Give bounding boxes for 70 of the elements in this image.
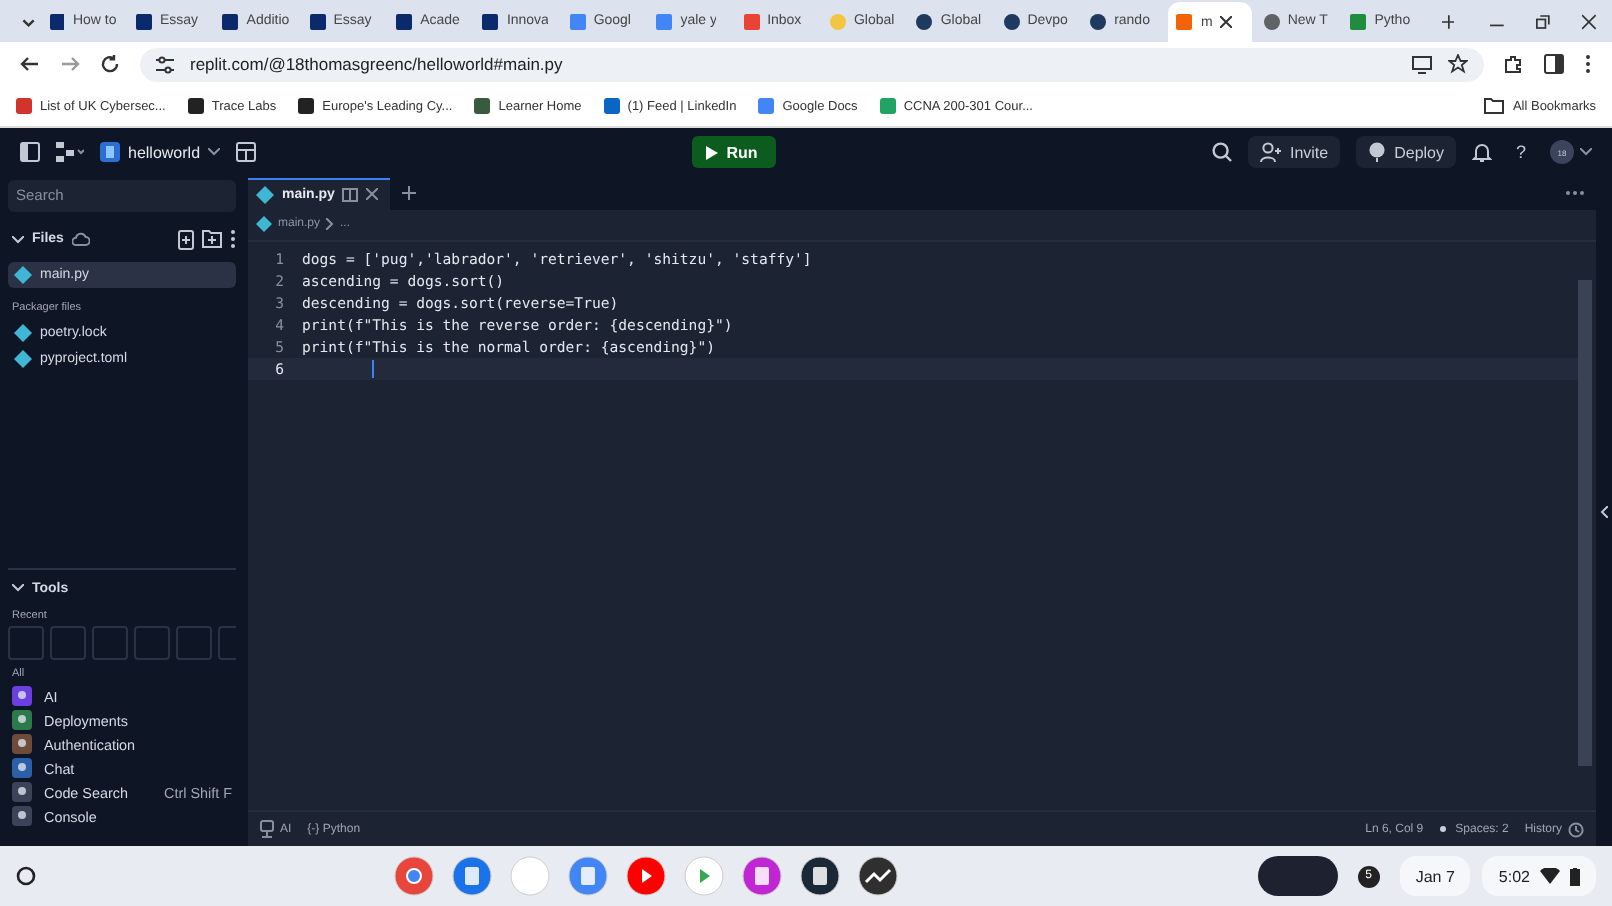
account-pill[interactable] [1257,856,1338,897]
battery-icon[interactable] [1570,867,1580,886]
address-field[interactable]: replit.com/@18thomasgreenc/helloworld#main.py [140,47,1484,82]
folder-icon [1484,98,1505,115]
circle-icon [916,13,933,29]
back-icon[interactable] [20,54,40,75]
empty-slot [8,626,44,661]
person-add-icon [1259,142,1282,163]
chevron-icon[interactable] [12,584,24,593]
invite-button[interactable]: Invite [1247,136,1341,169]
python-file-icon [14,265,32,284]
run-button[interactable]: Run [692,136,776,169]
empty-slot [176,626,212,661]
replit-logo-icon [100,142,120,163]
split-icon[interactable] [342,187,359,202]
install-icon[interactable] [1412,55,1432,74]
search-icon [12,782,32,803]
plus-icon[interactable] [1441,13,1455,29]
caret-icon[interactable] [1580,148,1593,157]
empty-slot [92,626,128,661]
history-icon [1568,821,1584,838]
clock[interactable]: 5:02 [1498,867,1530,886]
forward-icon[interactable] [60,54,80,75]
wifi-icon[interactable] [1540,868,1560,885]
bell-icon[interactable] [1472,142,1492,163]
help-button[interactable]: ? [1508,142,1535,163]
plus-icon[interactable] [402,186,417,201]
chevron-right-icon [326,218,335,231]
side-panel-icon[interactable] [1544,54,1564,75]
project-switcher[interactable]: helloworld [100,142,221,163]
text-cursor [372,359,374,378]
reload-icon[interactable] [100,54,120,75]
play-icon [706,145,719,160]
circle-icon [1263,13,1280,29]
search-icon[interactable] [1211,142,1232,163]
tool-icon [12,758,32,779]
close-icon[interactable] [1582,13,1596,29]
cloud-icon [71,232,90,247]
branch-icon[interactable] [56,142,84,163]
more-icon[interactable] [230,230,236,249]
circle-icon [1090,13,1107,29]
layout-icon[interactable] [236,142,257,163]
date[interactable]: Jan 7 [1399,856,1471,897]
tool-icon [12,710,32,731]
empty-slot [134,626,170,661]
extensions-icon[interactable] [1504,54,1524,75]
balloon-icon [1368,142,1387,163]
scrollbar[interactable] [1578,279,1592,767]
more-icon[interactable] [1566,190,1584,197]
chart-app-icon[interactable] [858,856,899,897]
restore-icon[interactable] [1536,13,1551,29]
star-icon[interactable] [1448,54,1468,75]
sidebar-toggle-icon[interactable] [20,142,40,163]
app-icon[interactable] [800,856,841,897]
new-folder-icon[interactable] [202,230,222,249]
chevron-icon[interactable] [12,235,24,244]
chevron-left-icon[interactable] [1600,505,1608,518]
tool-icon [12,686,32,707]
empty-slot [50,626,86,661]
site-settings-icon[interactable] [156,55,174,74]
tool-icon [12,734,32,755]
menu-icon[interactable] [1584,54,1592,75]
close-icon[interactable] [1220,16,1233,28]
tool-icon [12,806,32,827]
circle-icon [1003,13,1020,29]
new-file-icon[interactable] [178,229,194,250]
envelope-icon [743,13,760,29]
launcher-icon[interactable] [16,866,36,887]
caret-icon [208,148,221,157]
deploy-button[interactable]: Deploy [1356,136,1456,169]
